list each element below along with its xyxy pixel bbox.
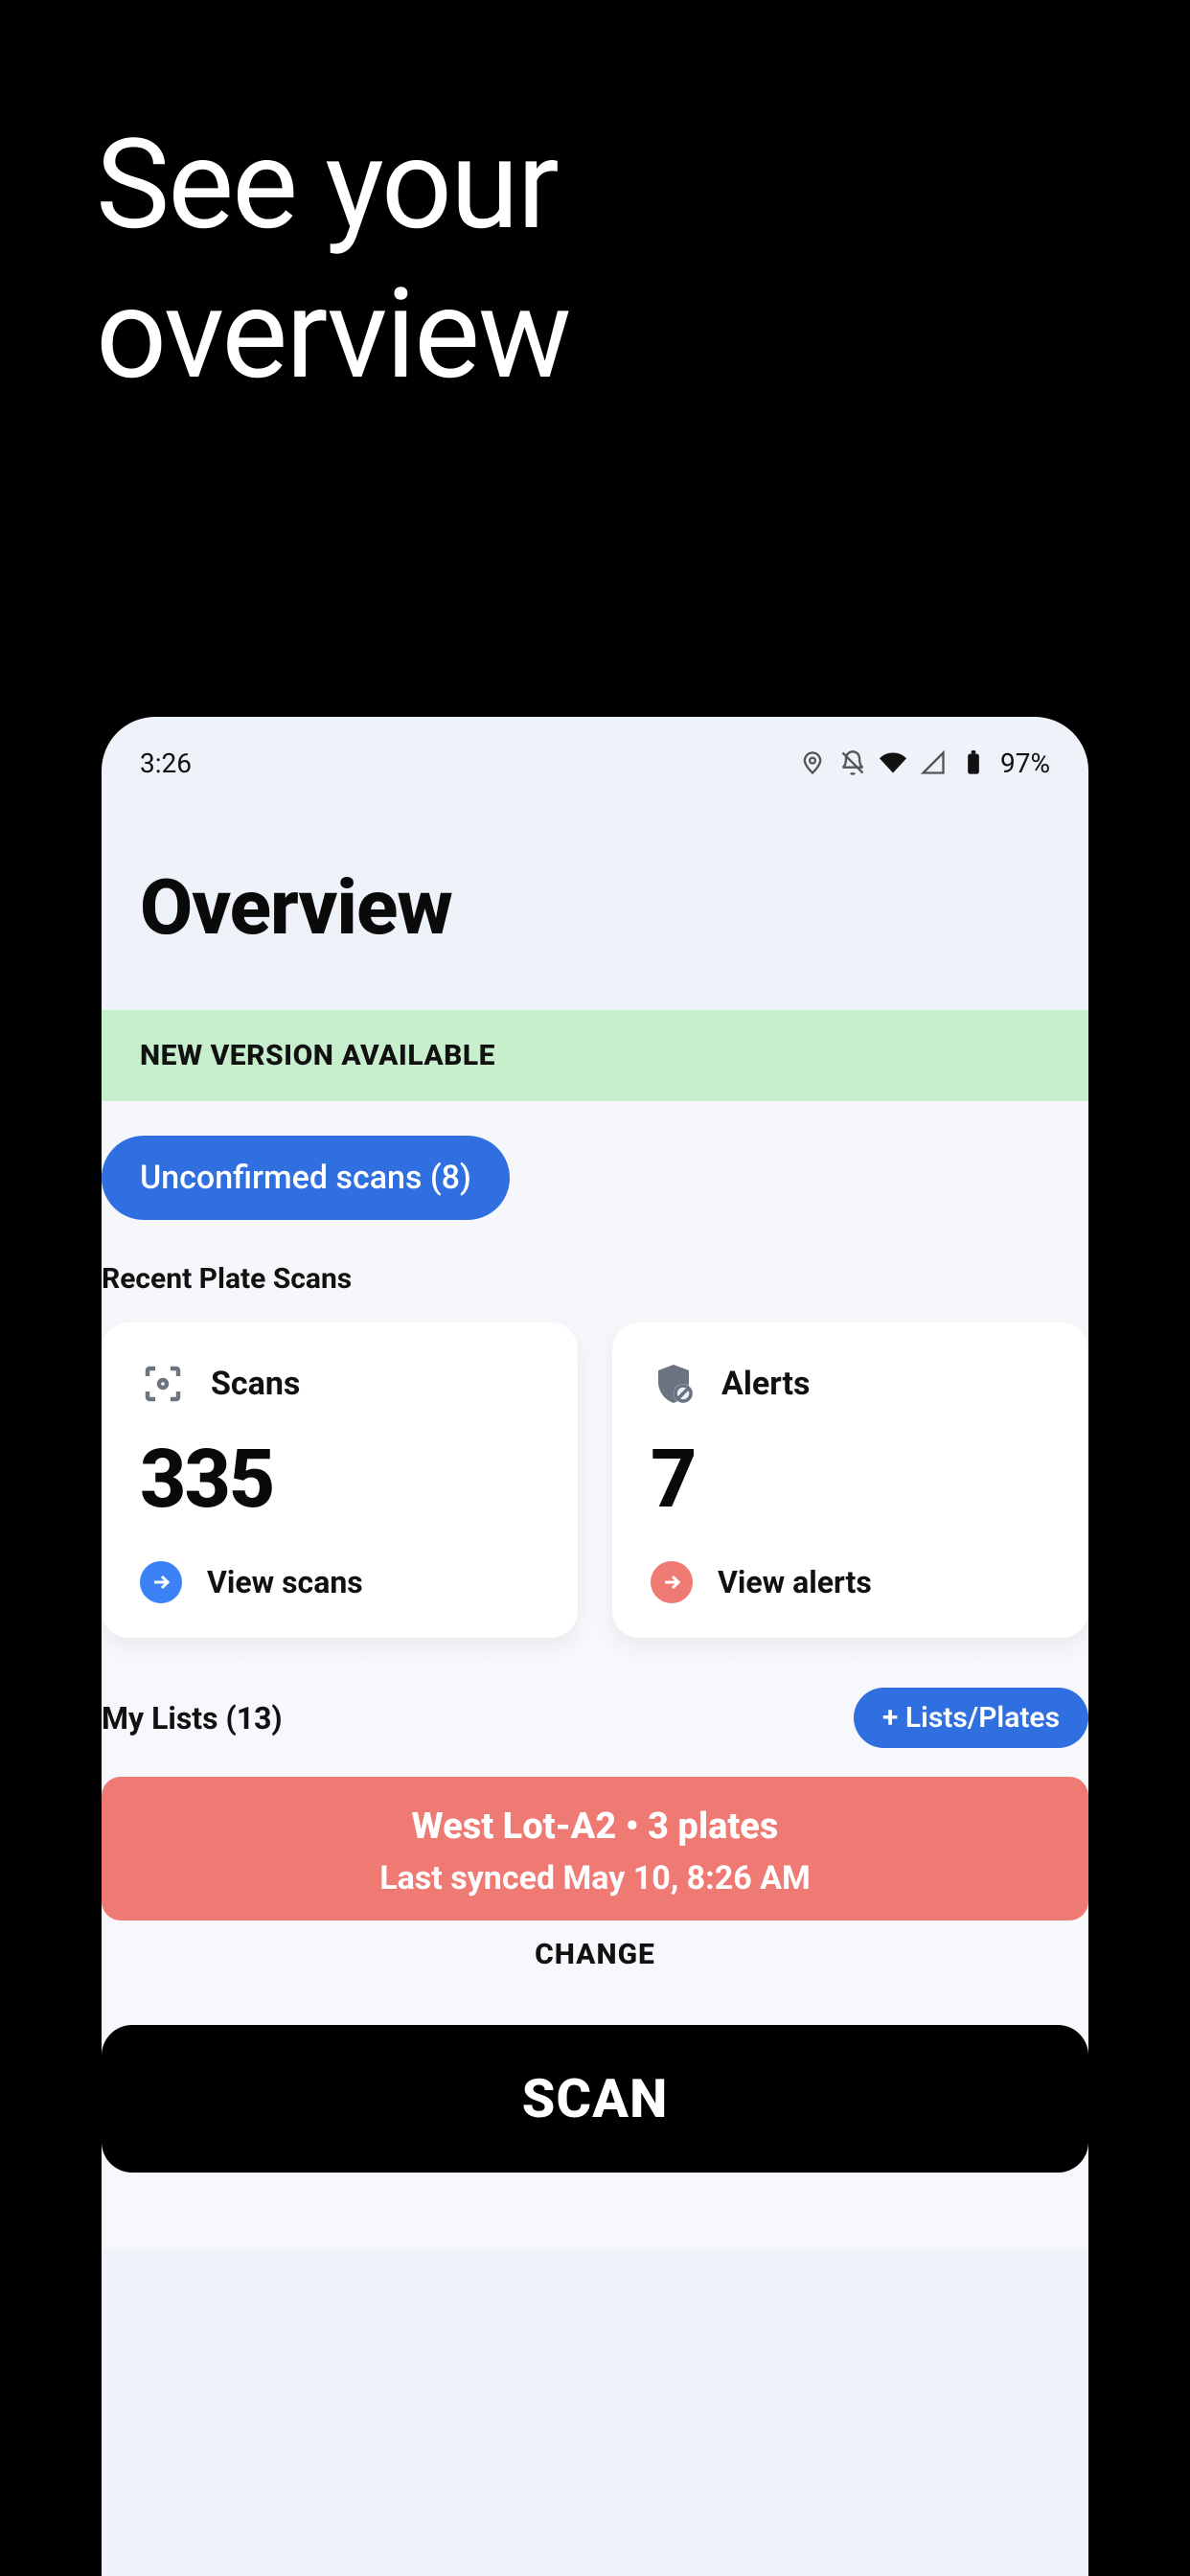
promo-line-1: See your	[96, 110, 570, 260]
alerts-card[interactable]: Alerts 7 View alerts	[612, 1322, 1088, 1638]
alerts-card-title: Alerts	[721, 1365, 810, 1403]
status-time: 3:26	[140, 748, 192, 779]
view-scans-link[interactable]: View scans	[140, 1561, 539, 1603]
page-title: Overview	[140, 862, 1050, 953]
shield-alert-icon	[651, 1361, 697, 1407]
change-button[interactable]: CHANGE	[102, 1938, 1088, 1971]
battery-icon	[960, 749, 987, 776]
view-alerts-link[interactable]: View alerts	[651, 1561, 1050, 1603]
unconfirmed-scans-button[interactable]: Unconfirmed scans (8)	[102, 1136, 510, 1220]
active-lot-title: West Lot-A2 • 3 plates	[121, 1806, 1069, 1848]
alerts-card-value: 7	[651, 1432, 1050, 1527]
promo-headline: See your overview	[96, 110, 570, 409]
cell-signal-icon	[920, 749, 947, 776]
my-lists-label: My Lists (13)	[102, 1700, 283, 1736]
scans-card[interactable]: Scans 335 View scans	[102, 1322, 578, 1638]
scan-target-icon	[140, 1361, 186, 1407]
view-alerts-label: View alerts	[718, 1564, 872, 1600]
arrow-right-icon	[651, 1561, 693, 1603]
arrow-right-icon	[140, 1561, 182, 1603]
scans-card-value: 335	[140, 1432, 539, 1527]
notifications-off-icon	[839, 749, 866, 776]
overview-section: Unconfirmed scans (8) Recent Plate Scans…	[102, 1101, 1088, 2249]
wifi-icon	[880, 749, 906, 776]
active-lot-synced: Last synced May 10, 8:26 AM	[121, 1859, 1069, 1898]
new-version-banner[interactable]: NEW VERSION AVAILABLE	[102, 1010, 1088, 1101]
status-right-cluster: 97%	[799, 748, 1050, 779]
status-battery-percent: 97%	[1000, 748, 1050, 779]
recent-scans-label: Recent Plate Scans	[102, 1262, 1088, 1296]
promo-line-2: overview	[96, 260, 570, 409]
phone-frame: 3:26 97% Overview NEW VERSION AVAILABLE	[102, 717, 1088, 2576]
add-lists-plates-button[interactable]: + Lists/Plates	[854, 1688, 1088, 1748]
view-scans-label: View scans	[207, 1564, 363, 1600]
location-pin-icon	[799, 749, 826, 776]
active-lot-card[interactable]: West Lot-A2 • 3 plates Last synced May 1…	[102, 1777, 1088, 1920]
status-bar: 3:26 97%	[102, 717, 1088, 786]
scans-card-title: Scans	[211, 1365, 300, 1403]
scan-button[interactable]: SCAN	[102, 2025, 1088, 2173]
